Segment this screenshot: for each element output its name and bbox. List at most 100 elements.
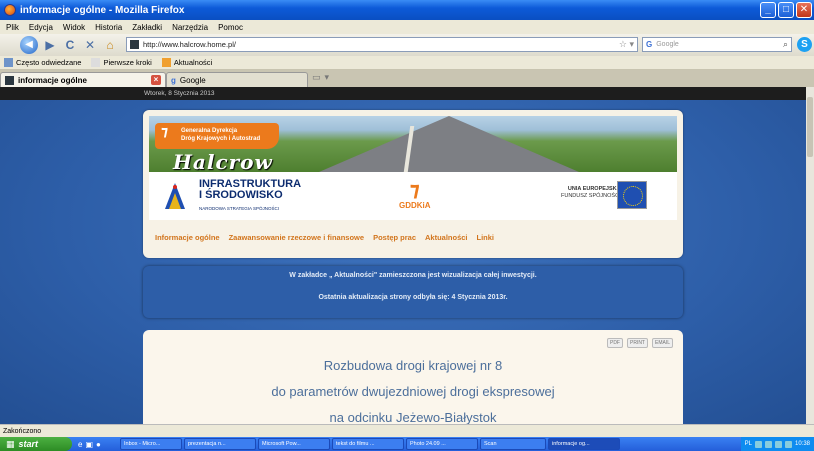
gddkia-logo-icon: ⁊ — [409, 179, 420, 201]
bookmark-label: Często odwiedzane — [16, 58, 82, 67]
project-title-line1: Rozbudowa drogi krajowej nr 8 — [323, 358, 503, 373]
tab-list-icon[interactable]: ▾ — [325, 72, 330, 87]
ue-label: UNIA EUROPEJSKA FUNDUSZ SPÓJNOŚCI — [561, 186, 621, 200]
system-tray: PL 10:38 — [740, 437, 814, 451]
bookmark-star-icon[interactable]: ☆ ▾ — [619, 39, 634, 50]
gddkia-badge-logo-icon: ⁊ — [161, 123, 169, 139]
quick-launch-ie-icon[interactable]: e — [78, 440, 82, 449]
close-button[interactable]: ✕ — [796, 2, 812, 18]
google-icon: g — [171, 75, 176, 85]
menu-widok[interactable]: Widok — [63, 23, 85, 32]
windows-taskbar: ▦ start e ▣ ● Inbox - Micro... prezentac… — [0, 437, 814, 451]
tray-network-icon[interactable] — [764, 440, 772, 448]
search-engine-icon[interactable]: G — [646, 40, 652, 49]
maximize-button[interactable]: □ — [778, 2, 794, 18]
nav-aktualnosci[interactable]: Aktualności — [425, 233, 468, 242]
bookmark-folder-icon — [4, 58, 13, 67]
gddkia-badge: ⁊ Generalna Dyrekcja Dróg Krajowych i Au… — [155, 123, 279, 149]
infra-line2: I ŚRODOWISKO — [199, 189, 283, 201]
infra-subtitle: NARODOWA STRATEGIA SPÓJNOŚCI — [199, 206, 280, 211]
bookmarks-toolbar: Często odwiedzane Pierwsze kroki Aktualn… — [0, 56, 814, 70]
forward-button[interactable]: ▶ — [42, 37, 58, 53]
rss-icon — [161, 58, 171, 67]
task-tekst[interactable]: tekst do filmu ... — [332, 438, 404, 450]
notice-box: W zakładce „ Aktualności" zamieszczona j… — [143, 266, 683, 318]
menu-zakladki[interactable]: Zakładki — [132, 23, 162, 32]
menu-plik[interactable]: Plik — [6, 23, 19, 32]
pdf-icon[interactable]: PDF — [606, 338, 623, 348]
nav-informacje-ogolne[interactable]: Informacje ogólne — [155, 233, 220, 242]
notice-line2: Ostatnia aktualizacja strony odbyła się:… — [318, 294, 508, 301]
minimize-button[interactable]: _ — [760, 2, 776, 18]
nav-postep-prac[interactable]: Postęp prac — [373, 233, 416, 242]
page-viewport: Wtorek, 8 Stycznia 2013 ⁊ Generalna Dyre… — [0, 87, 814, 424]
bookmark-label: Aktualności — [173, 58, 213, 67]
firefox-icon — [4, 4, 16, 16]
menu-historia[interactable]: Historia — [95, 23, 122, 32]
bookmark-aktualnosci[interactable]: Aktualności — [161, 58, 213, 67]
address-bar[interactable]: http://www.halcrow.home.pl/ ☆ ▾ — [126, 37, 638, 52]
print-icon[interactable]: PRINT — [626, 338, 648, 348]
tray-volume-icon[interactable] — [784, 440, 792, 448]
gddkia-logo: ⁊ GDDKiA — [399, 179, 431, 210]
bookmark-label: Pierwsze kroki — [103, 58, 152, 67]
ue-line1: UNIA EUROPEJSKA — [567, 186, 621, 192]
windows-logo-icon: ▦ — [6, 438, 15, 449]
scrollbar-thumb[interactable] — [807, 97, 813, 157]
address-url: http://www.halcrow.home.pl/ — [143, 40, 236, 49]
window-controls: _ □ ✕ — [760, 2, 812, 18]
document-actions: PDF PRINT EMAIL — [606, 338, 673, 348]
quick-launch-desktop-icon[interactable]: ▣ — [85, 440, 93, 449]
page-icon — [91, 58, 101, 67]
stop-button[interactable]: ✕ — [82, 37, 98, 53]
infrastruktura-title: INFRASTRUKTURA I ŚRODOWISKO — [199, 179, 301, 201]
page-scrollbar[interactable] — [806, 87, 814, 424]
bookmark-czesto-odwiedzane[interactable]: Często odwiedzane — [4, 58, 81, 67]
menu-pomoc[interactable]: Pomoc — [218, 23, 243, 32]
home-button[interactable]: ⌂ — [102, 37, 118, 53]
road-shape — [319, 116, 579, 172]
nav-zaawansowanie[interactable]: Zaawansowanie rzeczowe i finansowe — [229, 233, 364, 242]
project-title-line3: na odcinku Jeżewo-Białystok — [329, 410, 497, 424]
site-favicon-icon — [5, 75, 14, 85]
window-titlebar: informacje ogólne - Mozilla Firefox _ □ … — [0, 0, 814, 20]
eu-flag-icon — [617, 181, 647, 209]
search-bar[interactable]: G Google ⌕ — [642, 37, 792, 52]
tray-help-icon[interactable] — [754, 440, 762, 448]
search-placeholder: Google — [656, 41, 679, 48]
halcrow-logo: Halcrow — [173, 150, 273, 172]
language-indicator[interactable]: PL — [745, 441, 752, 447]
close-tab-icon[interactable]: × — [151, 75, 161, 85]
site-navigation: Informacje ogólne Zaawansowanie rzeczowe… — [149, 222, 677, 252]
task-inbox[interactable]: Inbox - Micro... — [120, 438, 182, 450]
skype-icon[interactable]: S — [797, 37, 812, 52]
menu-edycja[interactable]: Edycja — [29, 23, 53, 32]
menu-narzedzia[interactable]: Narzędzia — [172, 23, 208, 32]
window-title: informacje ogólne - Mozilla Firefox — [20, 4, 185, 16]
gddkia-badge-line1: Generalna Dyrekcja — [181, 128, 238, 134]
site-favicon-icon — [130, 40, 139, 49]
bookmark-pierwsze-kroki[interactable]: Pierwsze kroki — [91, 58, 152, 67]
task-photo[interactable]: Photo 24.09 ... — [406, 438, 478, 450]
task-prezentacja[interactable]: prezentacja n... — [184, 438, 256, 450]
new-tab-icon[interactable]: ▭ — [312, 72, 321, 87]
project-title-line2: do parametrów dwujezdniowej drogi ekspre… — [271, 384, 555, 399]
email-icon[interactable]: EMAIL — [651, 338, 673, 348]
nav-linki[interactable]: Linki — [477, 233, 495, 242]
task-powerpoint[interactable]: Microsoft Pow... — [258, 438, 330, 450]
task-scan[interactable]: Scan — [480, 438, 546, 450]
tab-informacje-ogolne[interactable]: informacje ogólne × — [0, 72, 166, 87]
quick-launch-firefox-icon[interactable]: ● — [96, 440, 101, 449]
date-bar: Wtorek, 8 Stycznia 2013 — [0, 87, 814, 100]
banner-image: ⁊ Generalna Dyrekcja Dróg Krajowych i Au… — [149, 116, 677, 172]
tab-google[interactable]: g Google — [166, 72, 308, 87]
tray-security-icon[interactable] — [774, 440, 782, 448]
reload-button[interactable]: C — [62, 37, 78, 53]
start-button[interactable]: ▦ start — [0, 437, 72, 451]
header-panel: ⁊ Generalna Dyrekcja Dróg Krajowych i Au… — [143, 110, 683, 258]
back-button[interactable]: ◀ — [20, 36, 38, 54]
search-icon[interactable]: ⌕ — [783, 39, 788, 50]
content-panel: PDF PRINT EMAIL Rozbudowa drogi krajowej… — [143, 330, 683, 424]
start-label: start — [18, 439, 39, 449]
task-firefox[interactable]: informacje og... — [548, 438, 620, 450]
